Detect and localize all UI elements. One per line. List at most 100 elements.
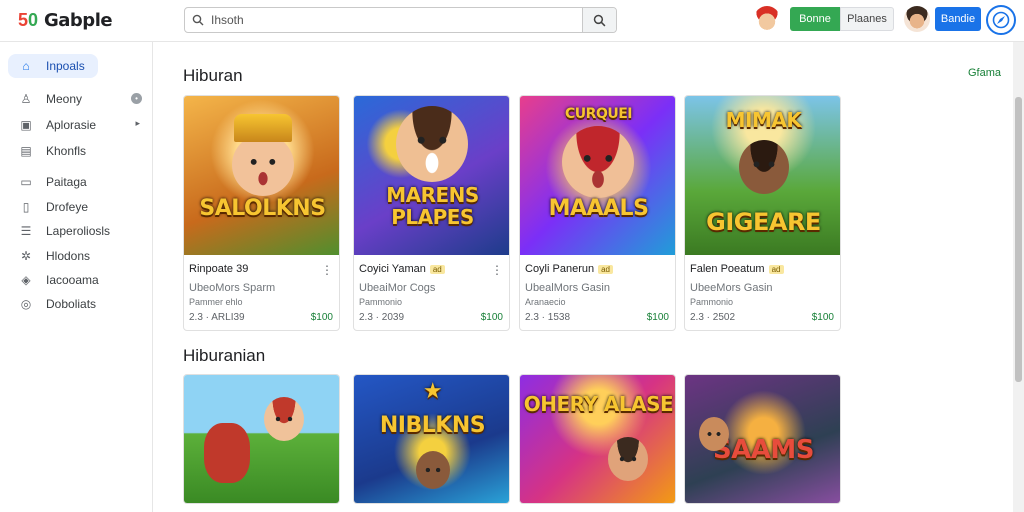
app-artwork: ★ NIBLKNS: [354, 375, 509, 503]
logo-mark: 50: [14, 10, 42, 30]
sidebar-item-label: Inpoals: [46, 59, 85, 73]
blue-button[interactable]: Bandie: [935, 7, 981, 31]
sidebar-item-3[interactable]: ▤ Khonfls: [8, 139, 148, 163]
profile-badge[interactable]: [986, 5, 1016, 35]
art-title-text: GIGEARE: [706, 208, 821, 236]
app-developer: Pammer ehlo: [189, 297, 243, 307]
sidebar-item-8[interactable]: ◈ Iacooama: [8, 268, 148, 292]
app-artwork: SALOLKNS: [184, 96, 339, 255]
doc-icon: ▯: [22, 200, 30, 214]
mario-avatar[interactable]: [754, 6, 780, 32]
app-title: Falen Poeatum ad: [690, 263, 834, 275]
sidebar-item-5[interactable]: ▯ Drofeye: [8, 195, 148, 219]
person-icon: ♙: [20, 92, 32, 106]
art-title-text: MARENS PLAPES: [386, 183, 479, 229]
app-artwork: CURQUEI MAAALS: [520, 96, 675, 255]
app-price: $100: [310, 312, 333, 323]
sidebar-item-label: Meony: [46, 92, 83, 106]
grey-button[interactable]: Plaanes: [840, 7, 894, 31]
page-scrollbar[interactable]: [1013, 42, 1024, 512]
section-title: Hiburan: [183, 66, 243, 85]
art-title-text: NIBLKNS: [379, 413, 486, 438]
top-bar: 50 Gabple Bonne Plaanes Bandie: [0, 0, 1024, 42]
app-card[interactable]: SALOLKNS Rinpoate 39 ⋮ UbeoMors Sparm Pa…: [183, 95, 340, 331]
search-button[interactable]: [582, 8, 616, 32]
list-icon: ☰: [20, 224, 32, 238]
user-avatar[interactable]: [904, 6, 930, 32]
app-logo[interactable]: 50 Gabple: [14, 9, 113, 31]
tag-icon: ◈: [21, 273, 31, 287]
more-icon[interactable]: ⋮: [321, 263, 333, 277]
app-card[interactable]: CURQUEI MAAALS Coyli Panerun ad UbealMors…: [519, 95, 676, 331]
scrollbar-thumb[interactable]: [1015, 97, 1022, 382]
app-subtitle: UbeoMors Sparm: [189, 282, 276, 294]
app-title-text: Rinpoate 39: [189, 263, 249, 275]
character-art: [396, 106, 468, 182]
app-card[interactable]: OHERY ALASE: [519, 374, 676, 504]
app-card[interactable]: MIMAK GIGEARE Falen Poeatum ad UbeeMors G…: [684, 95, 841, 331]
gear-icon: ✲: [20, 249, 32, 263]
info-badge-icon: •: [131, 93, 142, 104]
app-card[interactable]: [183, 374, 340, 504]
character-art: [699, 417, 729, 451]
art-banner-text: CURQUEI: [565, 106, 632, 122]
crown-art: [234, 114, 292, 142]
search-icon: [185, 8, 211, 32]
card-icon: ▭: [20, 175, 32, 189]
app-card[interactable]: MARENS PLAPES Coyici Yaman ad ⋮ UbeaiMor …: [353, 95, 510, 331]
green-button[interactable]: Bonne: [790, 7, 840, 31]
card-meta: Coyli Panerun ad UbealMors Gasin Aranaeci…: [520, 255, 675, 330]
sidebar-item-label: Doboliats: [46, 297, 97, 311]
art-title-text: SALOLKNS: [199, 196, 326, 221]
character-art: [608, 437, 648, 481]
sidebar-item-7[interactable]: ✲ Hlodons: [8, 244, 148, 268]
sidebar-item-1[interactable]: ♙ Meony •: [8, 87, 148, 111]
character-art: [562, 126, 634, 198]
sidebar-item-6[interactable]: ☰ Laperoliosls: [8, 219, 148, 243]
character-art: [416, 451, 450, 489]
card-meta: Coyici Yaman ad ⋮ UbeaiMor Cogs Pammonio …: [354, 255, 509, 330]
sidebar-item-4[interactable]: ▭ Paitaga: [8, 170, 148, 194]
character-art: [264, 397, 304, 441]
see-all-link[interactable]: Gfama: [968, 67, 1001, 79]
app-subtitle: UbealMors Gasin: [525, 282, 610, 294]
app-developer: Aranaecio: [525, 297, 566, 307]
art-title-text: MAAALS: [548, 196, 649, 221]
app-artwork: [184, 375, 339, 503]
search-bar: [184, 7, 617, 33]
ad-badge: ad: [768, 264, 784, 274]
section-title: Hiburanian: [183, 346, 266, 365]
creature-art: [204, 423, 250, 483]
sidebar-item-label: Laperoliosls: [46, 224, 111, 238]
sidebar-item-label: Hlodons: [46, 249, 91, 263]
app-subtitle: UbeeMors Gasin: [690, 282, 773, 294]
sidebar-item-2[interactable]: ▣ Aplorasie ▸: [8, 113, 148, 137]
app-stats-row: 2.3 · 1538 $100: [525, 312, 669, 323]
app-title-text: Coyli Panerun: [525, 263, 595, 275]
app-stats-row: 2.3 · 2039 $100: [359, 312, 503, 323]
sidebar-item-label: Drofeye: [46, 200, 89, 214]
app-card[interactable]: ★ NIBLKNS: [353, 374, 510, 504]
app-developer: Pammonio: [359, 297, 403, 307]
app-stats-row: 2.3 · ARLI39 $100: [189, 312, 333, 323]
app-title: Rinpoate 39: [189, 263, 333, 275]
circle-icon: ◎: [20, 297, 32, 311]
sidebar-item-9[interactable]: ◎ Doboliats: [8, 292, 148, 316]
app-subtitle: UbeaiMor Cogs: [359, 282, 436, 294]
sidebar-item-home[interactable]: ⌂ Inpoals: [8, 54, 98, 78]
search-icon: [593, 14, 606, 26]
home-icon: ⌂: [22, 59, 30, 73]
app-title-text: Falen Poeatum: [690, 263, 765, 275]
more-icon[interactable]: ⋮: [491, 263, 503, 277]
search-input[interactable]: [211, 9, 582, 31]
chevron-icon: ▸: [135, 118, 140, 128]
app-card[interactable]: SAAMS: [684, 374, 841, 504]
character-art: [232, 134, 294, 196]
app-price: $100: [480, 312, 503, 323]
sidebar-item-label: Paitaga: [46, 175, 87, 189]
app-rating: 2.3 · 2039: [359, 312, 405, 323]
sidebar-item-label: Iacooama: [46, 273, 99, 287]
book-icon: ▤: [20, 144, 32, 158]
ad-badge: ad: [598, 264, 613, 274]
app-artwork: MARENS PLAPES: [354, 96, 509, 255]
